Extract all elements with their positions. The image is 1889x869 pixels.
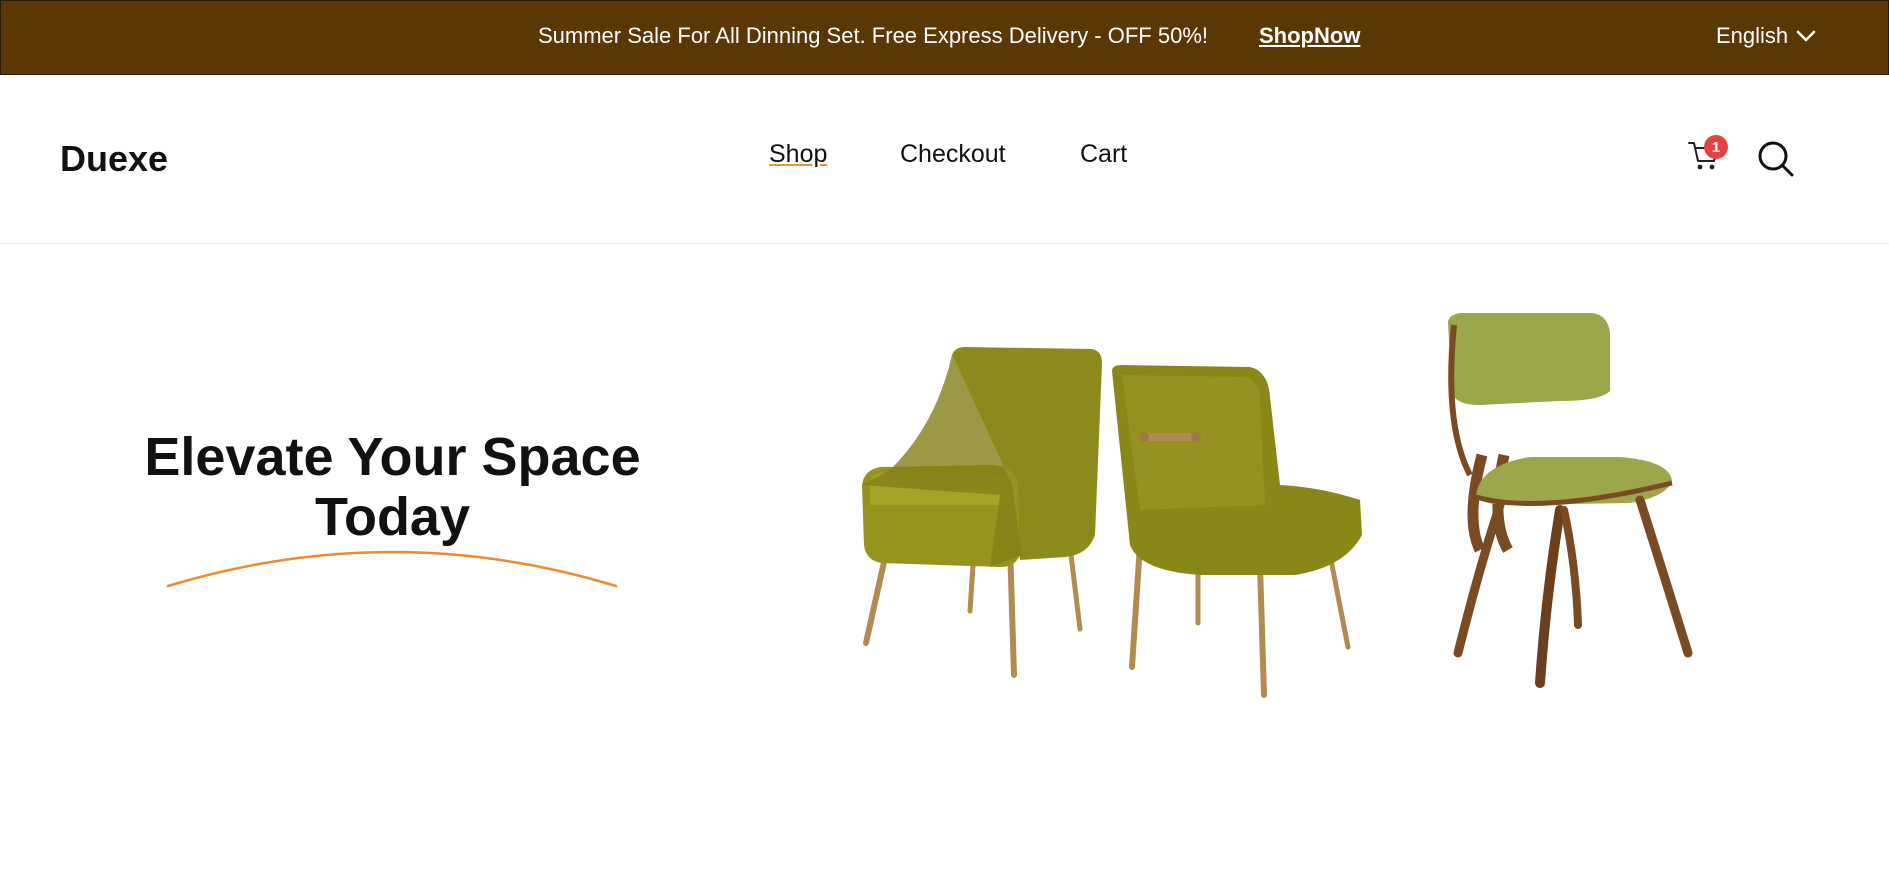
promo-bar: Summer Sale For All Dinning Set. Free Ex…: [0, 0, 1889, 75]
nav-item-cart[interactable]: Cart: [1080, 140, 1127, 169]
promo-text: Summer Sale For All Dinning Set. Free Ex…: [538, 23, 1208, 48]
language-label: English: [1716, 23, 1789, 48]
shop-now-link[interactable]: ShopNow: [1259, 23, 1360, 49]
logo[interactable]: Duexe: [60, 138, 168, 180]
wood-chair: [1448, 313, 1693, 688]
site-header: Duexe Shop Checkout Cart 1: [0, 75, 1889, 244]
velvet-chair-front: [862, 347, 1102, 678]
cart-count-badge: 1: [1704, 135, 1728, 159]
cart-button[interactable]: 1: [1686, 135, 1730, 177]
hero-underline-curve: [166, 550, 618, 588]
hero-title: Elevate Your Space Today: [144, 427, 641, 547]
chevron-down-icon: [1796, 30, 1816, 42]
nav-item-shop[interactable]: Shop: [769, 140, 827, 169]
search-button[interactable]: [1756, 139, 1796, 179]
search-icon: [1758, 141, 1794, 177]
velvet-chair-back: [1112, 365, 1362, 698]
nav-item-checkout[interactable]: Checkout: [900, 140, 1006, 169]
hero-chairs-image: [862, 313, 1693, 698]
language-selector[interactable]: English: [1716, 23, 1816, 49]
